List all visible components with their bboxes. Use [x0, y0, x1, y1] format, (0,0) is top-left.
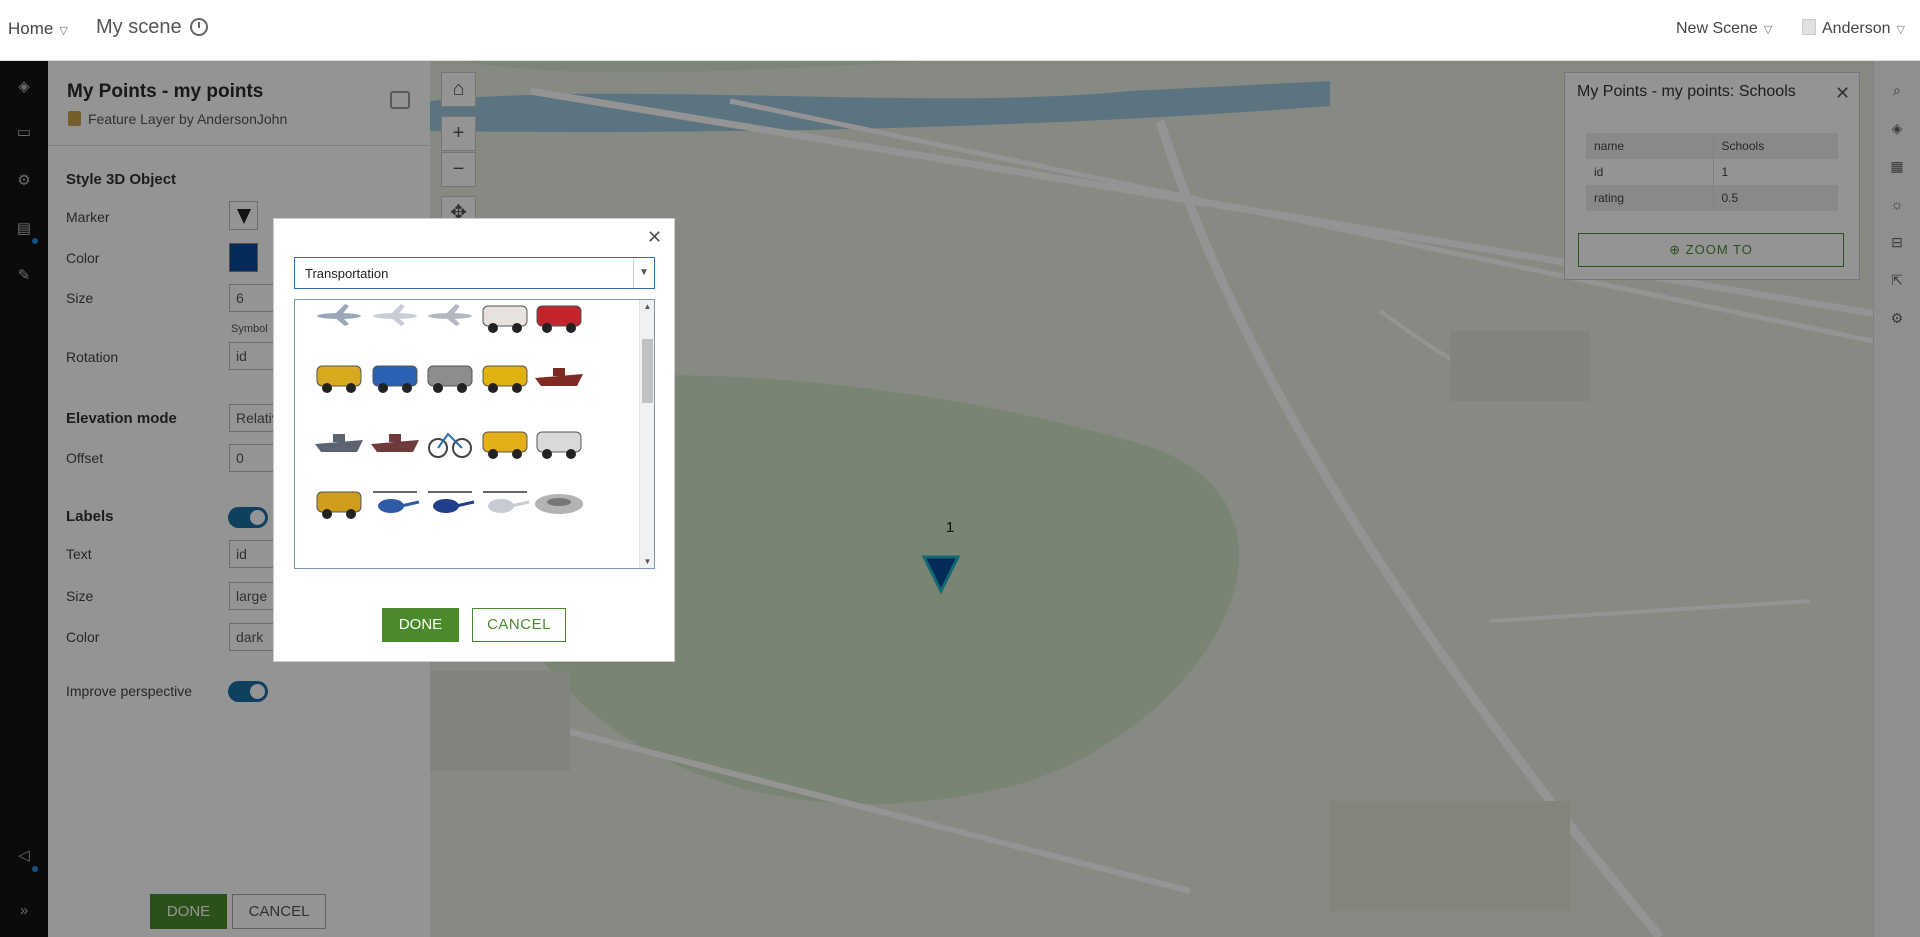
backhoe-loader-icon[interactable] [311, 352, 367, 400]
chevron-down-icon[interactable]: ▼ [633, 258, 654, 288]
history-icon[interactable] [190, 18, 208, 36]
category-select[interactable]: Transportation ▼ [294, 257, 655, 289]
ship-grey-icon[interactable] [311, 418, 367, 466]
scene-title: My scene [96, 16, 182, 38]
scroll-down-icon[interactable]: ▼ [640, 557, 654, 566]
ship-red-icon[interactable] [367, 418, 423, 466]
bicycle-icon[interactable] [422, 418, 478, 466]
gallery-scrollbar[interactable]: ▲ ▼ [639, 300, 654, 568]
chevron-down-icon: ▽ [1896, 24, 1905, 36]
home-menu[interactable]: Home ▽ [8, 19, 68, 39]
user-avatar [1802, 19, 1816, 35]
top-bar: Home ▽ My scene New Scene ▽ Anderson ▽ [0, 0, 1920, 61]
crane-truck-icon[interactable] [477, 418, 533, 466]
chevron-down-icon: ▽ [1763, 24, 1773, 36]
blue-sedan-icon[interactable] [367, 352, 423, 400]
symbol-picker-dialog: ✕ Transportation ▼ ▲ ▼ DONE CANCEL [273, 218, 675, 662]
scrollbar-thumb[interactable] [642, 339, 653, 403]
airplane-small-icon[interactable] [311, 300, 367, 340]
red-car-icon[interactable] [531, 300, 587, 340]
close-icon[interactable]: ✕ [647, 227, 662, 248]
dialog-done-button[interactable]: DONE [382, 608, 459, 642]
shipping-container-icon[interactable] [531, 352, 587, 400]
helicopter-white-icon[interactable] [477, 478, 533, 526]
new-scene-menu[interactable]: New Scene ▽ [1676, 20, 1772, 38]
box-truck-icon[interactable] [531, 418, 587, 466]
helicopter-pad-icon[interactable] [531, 478, 587, 526]
yellow-bus-icon[interactable] [477, 352, 533, 400]
skid-steer-icon[interactable] [422, 352, 478, 400]
jet-white-icon[interactable] [367, 300, 423, 340]
helicopter-navy-icon[interactable] [422, 478, 478, 526]
chevron-down-icon: ▽ [59, 25, 68, 37]
helicopter-blue-icon[interactable] [367, 478, 423, 526]
category-select-value: Transportation [305, 266, 389, 281]
dump-truck-icon[interactable] [311, 478, 367, 526]
dialog-cancel-button[interactable]: CANCEL [472, 608, 566, 642]
ambulance-icon[interactable] [477, 300, 533, 340]
symbol-gallery: ▲ ▼ [294, 299, 655, 569]
user-menu[interactable]: Anderson ▽ [1822, 20, 1905, 38]
scroll-up-icon[interactable]: ▲ [640, 302, 654, 311]
jet-grey-icon[interactable] [422, 300, 478, 340]
